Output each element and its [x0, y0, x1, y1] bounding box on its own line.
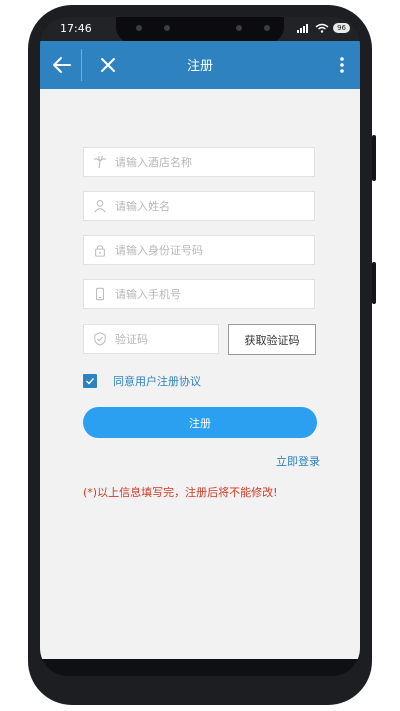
- status-bar: 17:46 96: [40, 17, 360, 43]
- get-code-button[interactable]: 获取验证码: [228, 324, 316, 355]
- wifi-icon: [315, 23, 329, 33]
- camera-icon: [264, 25, 270, 31]
- id-number-field[interactable]: [83, 235, 315, 265]
- camera-icon: [136, 25, 142, 31]
- phone-field[interactable]: [83, 279, 315, 309]
- phone-input[interactable]: [115, 287, 285, 301]
- camera-notch: [116, 17, 284, 43]
- hotel-name-field[interactable]: [83, 147, 315, 177]
- battery-icon: 96: [333, 23, 350, 33]
- volume-button: [372, 135, 376, 181]
- register-button[interactable]: 注册: [83, 407, 317, 438]
- more-vertical-icon[interactable]: [334, 53, 350, 77]
- power-button: [372, 262, 376, 304]
- name-input[interactable]: [115, 199, 285, 213]
- agree-checkbox[interactable]: [83, 374, 97, 388]
- status-time: 17:46: [60, 22, 92, 35]
- register-form: 获取验证码 同意用户注册协议 注册 立即登录 (*)以上信息填写完，注册后将不能…: [40, 89, 360, 659]
- status-icons: 96: [297, 23, 350, 33]
- user-icon: [94, 200, 106, 213]
- sensor-icon: [236, 25, 242, 31]
- verification-code-input[interactable]: [115, 332, 205, 346]
- check-icon: [86, 378, 95, 385]
- sensor-icon: [164, 25, 170, 31]
- agree-terms-label[interactable]: 同意用户注册协议: [113, 373, 201, 389]
- agree-terms[interactable]: 同意用户注册协议: [83, 373, 201, 389]
- navigation-bar: [40, 659, 360, 676]
- lock-icon: [95, 245, 105, 257]
- id-number-input[interactable]: [115, 243, 285, 257]
- warning-text: (*)以上信息填写完，注册后将不能修改!: [83, 486, 278, 499]
- shield-icon: [94, 332, 106, 346]
- name-field[interactable]: [83, 191, 315, 221]
- phone-screen: 17:46 96 注册 请输入酒店名称 请输入姓名 请输入身份证号码 请输入手机…: [40, 17, 360, 676]
- login-link[interactable]: 立即登录: [276, 453, 320, 469]
- signal-icon: [297, 24, 309, 33]
- app-bar: 注册: [40, 41, 360, 89]
- page-title: 注册: [186, 59, 213, 74]
- hotel-name-input[interactable]: [115, 155, 285, 169]
- phone-icon: [95, 287, 105, 301]
- palm-tree-icon: [93, 155, 107, 169]
- verification-code-field[interactable]: [83, 324, 219, 354]
